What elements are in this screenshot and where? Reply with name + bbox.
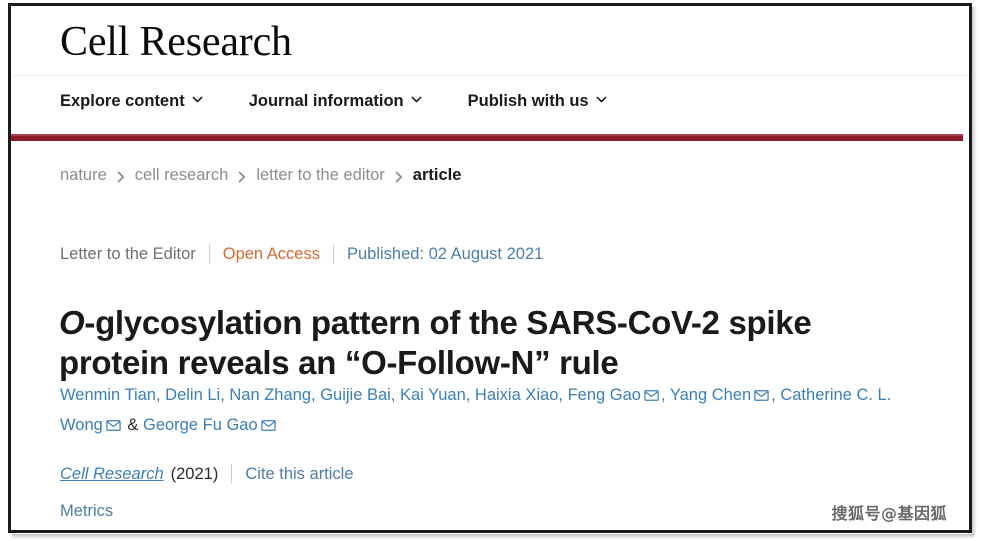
author-nan-zhang[interactable]: Nan Zhang [229, 386, 311, 404]
author-sep: , [465, 386, 475, 404]
nav-item-label: Journal information [248, 92, 404, 110]
nav-item-label: Explore content [60, 92, 185, 110]
chevron-down-icon [192, 94, 203, 105]
nav-item-journal-information[interactable]: Journal information [249, 92, 422, 111]
author-feng-gao[interactable]: Feng Gao [568, 386, 641, 404]
breadcrumb-item-article: article [412, 166, 462, 184]
main-navigation: Explore content Journal information Publ… [11, 76, 969, 134]
brand-accent-rule-highlight [11, 134, 963, 136]
article-type-label: Letter to the Editor [60, 244, 196, 263]
nav-item-label: Publish with us [467, 92, 589, 110]
author-and-separator: & [122, 416, 143, 434]
nav-item-explore-content[interactable]: Explore content [60, 92, 203, 111]
title-part-italic: O [59, 304, 85, 342]
nav-item-publish-with-us[interactable]: Publish with us [468, 92, 607, 111]
citation-year: (2021) [170, 464, 219, 483]
envelope-icon[interactable] [644, 390, 659, 401]
citation-divider [231, 464, 233, 484]
journal-masthead: Cell Research [11, 6, 969, 75]
author-sep: , [156, 386, 166, 404]
author-delin-li[interactable]: Delin Li [165, 386, 220, 404]
breadcrumb-item-nature[interactable]: nature [60, 166, 107, 185]
article-meta-line: Letter to the Editor Open Access Publish… [60, 244, 543, 264]
author-guijie-bai[interactable]: Guijie Bai [320, 386, 391, 404]
published-date: Published: 02 August 2021 [346, 244, 544, 263]
page-title: O-glycosylation pattern of the SARS-CoV-… [59, 303, 889, 383]
nav-list: Explore content Journal information Publ… [60, 92, 607, 111]
citation-line: Cell Research (2021) Cite this article [60, 464, 354, 484]
article-page: Cell Research Explore content Journal in… [11, 6, 969, 530]
envelope-icon[interactable] [754, 390, 769, 401]
author-haixia-xiao[interactable]: Haixia Xiao [475, 386, 558, 404]
breadcrumb: nature cell research letter to the edito… [60, 166, 461, 185]
citation-journal-link[interactable]: Cell Research [60, 465, 164, 484]
chevron-right-icon [117, 171, 125, 183]
chevron-right-icon [395, 171, 403, 183]
author-list: Wenmin Tian, Delin Li, Nan Zhang, Guijie… [60, 380, 920, 440]
meta-divider [332, 244, 334, 264]
open-access-badge[interactable]: Open Access [223, 245, 320, 264]
breadcrumb-item-letter-to-the-editor[interactable]: letter to the editor [256, 166, 384, 185]
frame-drop-shadow-right [972, 7, 977, 535]
title-part-rest: -glycosylation pattern of the SARS-CoV-2… [59, 304, 812, 382]
chevron-right-icon [238, 171, 246, 183]
author-sep: , [771, 386, 781, 404]
author-wenmin-tian[interactable]: Wenmin Tian [60, 386, 156, 404]
author-sep: , [660, 386, 670, 404]
author-yang-chen[interactable]: Yang Chen [670, 386, 751, 404]
chevron-down-icon [596, 94, 607, 105]
envelope-icon[interactable] [260, 420, 276, 431]
frame-drop-shadow [12, 534, 974, 539]
meta-divider [208, 244, 210, 264]
author-kai-yuan[interactable]: Kai Yuan [400, 386, 466, 404]
metrics-link[interactable]: Metrics [60, 502, 113, 521]
author-sep: , [311, 386, 321, 404]
frame-border-bottom [8, 530, 972, 533]
author-sep: , [558, 386, 568, 404]
journal-title[interactable]: Cell Research [60, 18, 292, 66]
author-sep: , [390, 386, 400, 404]
watermark: 搜狐号@基因狐 [831, 504, 947, 523]
breadcrumb-item-cell-research[interactable]: cell research [135, 166, 229, 185]
envelope-icon[interactable] [106, 420, 121, 431]
author-sep: , [220, 386, 230, 404]
cite-this-article-link[interactable]: Cite this article [245, 465, 353, 484]
author-george-fu-gao[interactable]: George Fu Gao [143, 416, 258, 434]
screenshot-frame: Cell Research Explore content Journal in… [0, 0, 981, 541]
chevron-down-icon [411, 94, 422, 105]
